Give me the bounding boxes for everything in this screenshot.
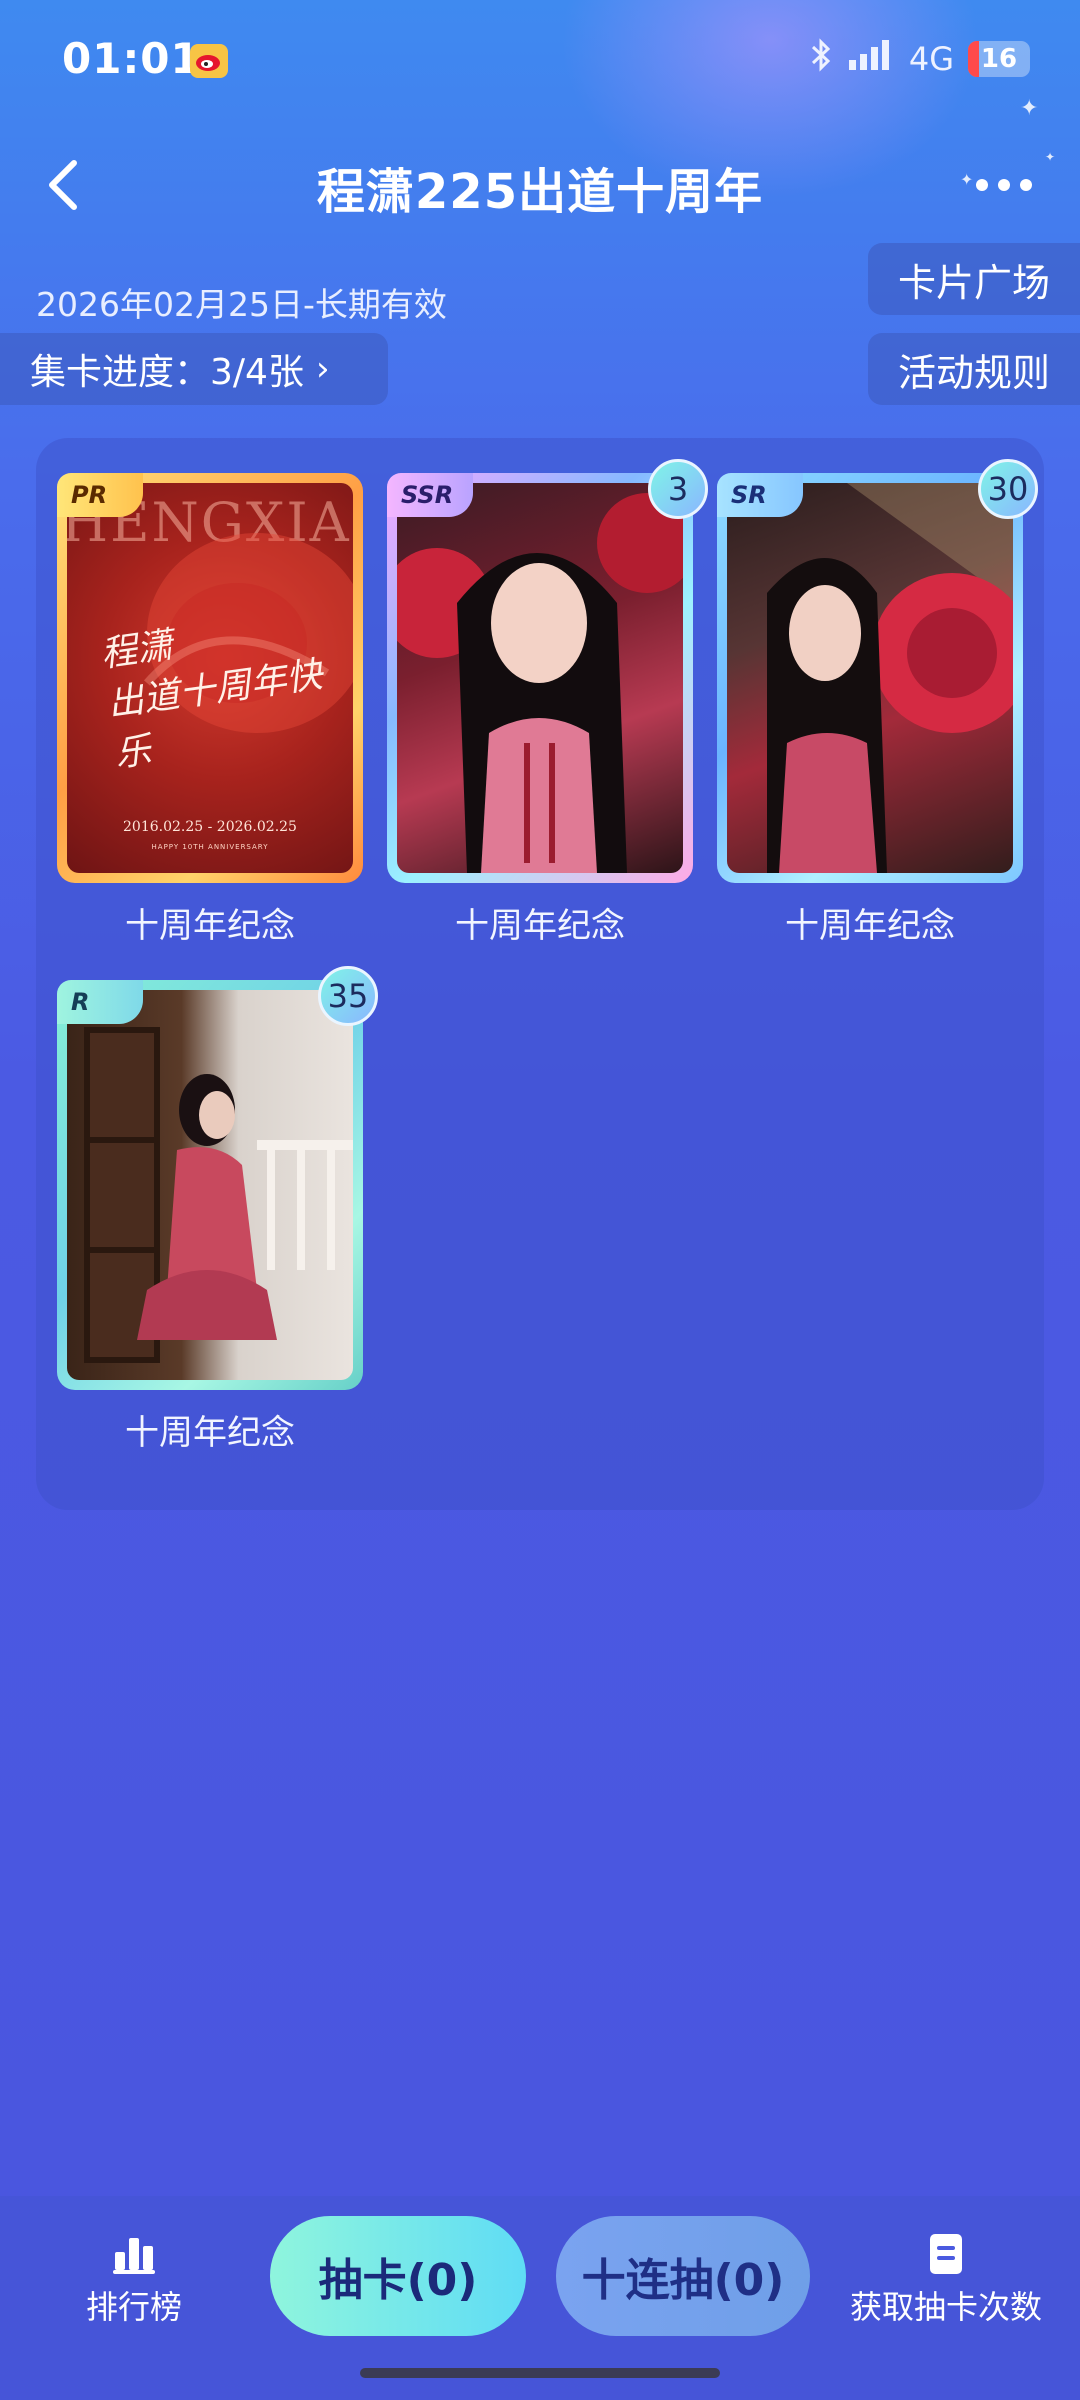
weibo-icon — [190, 44, 228, 78]
battery-icon: 16 — [968, 41, 1030, 77]
document-icon — [930, 2234, 962, 2274]
rarity-badge: R — [57, 980, 143, 1024]
bluetooth-icon — [809, 38, 833, 80]
card-artwork — [397, 483, 683, 873]
more-button[interactable] — [964, 160, 1044, 210]
collection-progress-button[interactable]: 集卡进度：3/4张 › — [0, 333, 388, 405]
page-title: 程潇225出道十周年 — [316, 164, 764, 220]
status-bar: 01:01 4G 16 — [0, 0, 1080, 125]
activity-rules-button[interactable]: 活动规则 — [867, 333, 1080, 405]
home-indicator[interactable] — [360, 2368, 720, 2378]
leaderboard-label: 排行榜 — [85, 2288, 182, 2326]
card-plaza-button[interactable]: 卡片广场 — [867, 243, 1080, 315]
card-count-badge: 35 — [318, 966, 378, 1026]
ten-draw-button[interactable]: 十连抽(0) — [556, 2216, 810, 2336]
rarity-badge: PR — [57, 473, 143, 517]
portrait-photo — [767, 483, 1013, 873]
art-subtitle: HAPPY 10TH ANNIVERSARY — [151, 843, 269, 851]
card-caption: 十周年纪念 — [455, 906, 625, 946]
collection-progress-label: 集卡进度：3/4张 — [30, 352, 304, 393]
card-caption: 十周年纪念 — [125, 1413, 295, 1453]
art-dates: 2016.02.25 - 2026.02.25 — [123, 819, 297, 835]
card-item[interactable]: SSR — [387, 473, 693, 883]
card-artwork — [67, 990, 353, 1380]
battery-text: 16 — [980, 44, 1018, 74]
card-item[interactable]: SR — [717, 473, 1023, 883]
card-caption: 十周年纪念 — [125, 906, 295, 946]
status-time: 01:01 — [62, 34, 201, 83]
card-item[interactable]: HENGXIAO 程潇 出道十周年快乐 2016.02.25 - 2026.02… — [57, 473, 363, 883]
more-horizontal-icon — [998, 179, 1010, 191]
more-horizontal-icon — [976, 179, 988, 191]
get-draws-label: 获取抽卡次数 — [849, 2288, 1042, 2326]
status-indicators: 4G 16 — [809, 38, 1030, 80]
card-artwork — [727, 483, 1013, 873]
draw-card-button[interactable]: 抽卡(0) — [270, 2216, 526, 2336]
bar-chart-icon — [113, 2238, 155, 2274]
portrait-photo — [397, 493, 683, 873]
card-count-badge: 3 — [648, 459, 708, 519]
get-draws-button[interactable]: 获取抽卡次数 — [836, 2232, 1056, 2328]
network-type: 4G — [908, 40, 954, 78]
event-date-range: 2026年02月25日-长期有效 — [36, 285, 447, 324]
card-artwork: HENGXIAO 程潇 出道十周年快乐 2016.02.25 - 2026.02… — [67, 483, 353, 873]
card-item[interactable]: R — [57, 980, 363, 1390]
rarity-badge: SR — [717, 473, 803, 517]
signal-icon — [847, 38, 895, 80]
portrait-photo — [84, 1027, 353, 1363]
card-count-badge: 30 — [978, 459, 1038, 519]
leaderboard-button[interactable]: 排行榜 — [24, 2232, 244, 2328]
chevron-right-icon: › — [315, 349, 330, 389]
rarity-badge: SSR — [387, 473, 473, 517]
card-caption: 十周年纪念 — [785, 906, 955, 946]
more-horizontal-icon — [1020, 179, 1032, 191]
battery-level — [968, 41, 980, 77]
